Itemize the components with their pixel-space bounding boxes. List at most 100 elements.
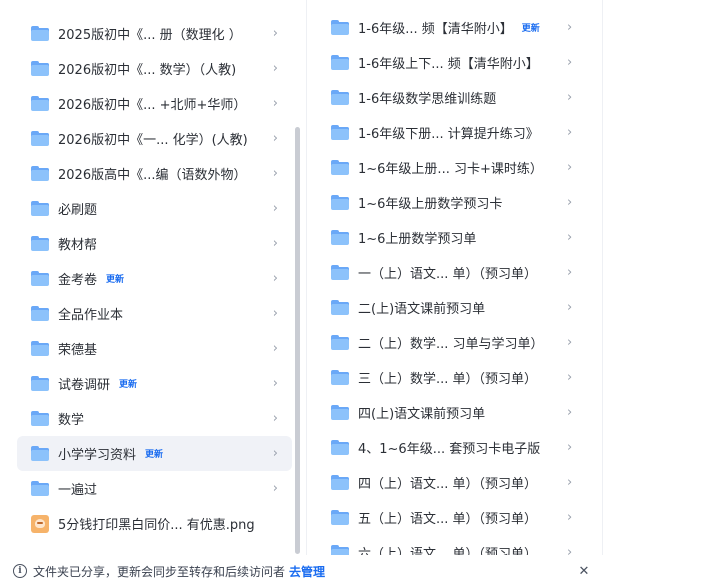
left-folder-list: 2025版初中《... 册（数理化 ） › 2026版初中《... 数学）（人教) ›…: [5, 16, 305, 541]
share-notice-bar: i 文件夹已分享，更新会同步至转存和后续访问者 去管理 ✕: [0, 562, 603, 580]
item-label: 一遍过: [58, 483, 98, 498]
right-folder-list: 1-6年级... 频【清华附小】 更新 › 1-6年级上下... 频【清华附小】 › 1-…: [307, 10, 602, 555]
item-label: 5分钱打印黑白同价... 有优惠.png: [58, 518, 255, 533]
item-label: 1~6年级上册数学预习卡: [358, 197, 503, 212]
chevron-right-icon: ›: [272, 26, 278, 41]
left-folder-item[interactable]: 必刷题 ›: [17, 191, 292, 226]
folder-icon: [331, 230, 349, 245]
right-folder-panel: 1-6年级... 频【清华附小】 更新 › 1-6年级上下... 频【清华附小】 › 1-…: [306, 0, 603, 555]
item-label: 2026版初中《一... 化学）(人教): [58, 133, 248, 148]
left-folder-item[interactable]: 2026版高中《...编（语数外物） ›: [17, 156, 292, 191]
folder-icon: [31, 236, 49, 251]
folder-icon: [31, 201, 49, 216]
right-folder-item[interactable]: 1-6年级上下... 频【清华附小】 ›: [307, 45, 602, 80]
left-folder-item[interactable]: 全品作业本 ›: [17, 296, 292, 331]
right-folder-item[interactable]: 二（上）数学... 习单与学习单） ›: [307, 325, 602, 360]
left-folder-item[interactable]: 2026版初中《... 数学）（人教) ›: [17, 51, 292, 86]
folder-icon: [331, 90, 349, 105]
folder-icon: [331, 265, 349, 280]
folder-icon: [331, 405, 349, 420]
chevron-right-icon: ›: [567, 475, 573, 490]
folder-icon: [31, 271, 49, 286]
chevron-right-icon: ›: [567, 55, 573, 70]
item-label: 数学: [58, 413, 85, 428]
left-folder-item[interactable]: 5分钱打印黑白同价... 有优惠.png: [17, 506, 292, 541]
item-label: 1~6年级上册... 习卡+课时练）: [358, 162, 543, 177]
folder-icon: [31, 306, 49, 321]
chevron-right-icon: ›: [272, 481, 278, 496]
chevron-right-icon: ›: [272, 131, 278, 146]
left-folder-item[interactable]: 2026版初中《... +北师+华师） ›: [17, 86, 292, 121]
left-folder-item[interactable]: 荣德基 ›: [17, 331, 292, 366]
item-label: 1-6年级... 频【清华附小】: [358, 22, 513, 37]
item-label: 1-6年级下册... 计算提升练习》: [358, 127, 539, 142]
item-label: 2026版高中《...编（语数外物）: [58, 168, 247, 183]
chevron-right-icon: ›: [272, 376, 278, 391]
folder-icon: [331, 440, 349, 455]
item-label: 全品作业本: [58, 308, 124, 323]
right-folder-item[interactable]: 四(上)语文课前预习单 ›: [307, 395, 602, 430]
item-label: 荣德基: [58, 343, 98, 358]
folder-icon: [31, 481, 49, 496]
folder-icon: [331, 20, 349, 35]
left-folder-item[interactable]: 金考卷 更新 ›: [17, 261, 292, 296]
right-folder-item[interactable]: 1-6年级... 频【清华附小】 更新 ›: [307, 10, 602, 45]
chevron-right-icon: ›: [272, 166, 278, 181]
chevron-right-icon: ›: [567, 440, 573, 455]
info-icon: i: [13, 564, 27, 578]
folder-icon: [31, 131, 49, 146]
chevron-right-icon: ›: [272, 306, 278, 321]
left-folder-item[interactable]: 2026版初中《一... 化学）(人教) ›: [17, 121, 292, 156]
folder-icon: [331, 195, 349, 210]
item-label: 1~6上册数学预习单: [358, 232, 477, 247]
item-label: 一（上）语文... 单）（预习单）: [358, 267, 538, 282]
item-label: 小学学习资料: [58, 448, 137, 463]
left-folder-item[interactable]: 教材帮 ›: [17, 226, 292, 261]
left-folder-item[interactable]: 2025版初中《... 册（数理化 ） ›: [17, 16, 292, 51]
update-badge: 更新: [521, 24, 540, 34]
image-file-icon: [31, 514, 49, 533]
chevron-right-icon: ›: [272, 411, 278, 426]
left-folder-item[interactable]: 数学 ›: [17, 401, 292, 436]
item-label: 必刷题: [58, 203, 98, 218]
right-folder-item[interactable]: 1-6年级数学思维训练题 ›: [307, 80, 602, 115]
close-icon[interactable]: ✕: [577, 564, 591, 579]
chevron-right-icon: ›: [567, 370, 573, 385]
left-folder-item[interactable]: 一遍过 ›: [17, 471, 292, 506]
right-folder-item[interactable]: 二(上)语文课前预习单 ›: [307, 290, 602, 325]
left-folder-item[interactable]: 试卷调研 更新 ›: [17, 366, 292, 401]
item-label: 4、1~6年级... 套预习卡电子版: [358, 442, 541, 457]
right-folder-item[interactable]: 1~6年级上册数学预习卡 ›: [307, 185, 602, 220]
update-badge: 更新: [119, 380, 138, 390]
chevron-right-icon: ›: [567, 335, 573, 350]
right-folder-item[interactable]: 1~6上册数学预习单 ›: [307, 220, 602, 255]
folder-icon: [31, 96, 49, 111]
right-folder-item[interactable]: 1-6年级下册... 计算提升练习》 ›: [307, 115, 602, 150]
item-label: 2026版初中《... +北师+华师）: [58, 98, 247, 113]
manage-link[interactable]: 去管理: [289, 563, 325, 580]
chevron-right-icon: ›: [567, 405, 573, 420]
right-folder-item[interactable]: 三（上）数学... 单）（预习单） ›: [307, 360, 602, 395]
folder-icon: [31, 26, 49, 41]
chevron-right-icon: ›: [272, 96, 278, 111]
left-folder-item[interactable]: 小学学习资料 更新 ›: [17, 436, 292, 471]
folder-icon: [331, 545, 349, 555]
right-folder-item[interactable]: 四（上）语文... 单）（预习单） ›: [307, 465, 602, 500]
item-label: 三（上）数学... 单）（预习单）: [358, 372, 538, 387]
folder-icon: [31, 341, 49, 356]
folder-icon: [31, 411, 49, 426]
right-folder-item[interactable]: 1~6年级上册... 习卡+课时练） ›: [307, 150, 602, 185]
right-folder-item[interactable]: 一（上）语文... 单）（预习单） ›: [307, 255, 602, 290]
folder-icon: [31, 61, 49, 76]
right-folder-item[interactable]: 4、1~6年级... 套预习卡电子版 ›: [307, 430, 602, 465]
folder-icon: [31, 376, 49, 391]
item-label: 六（上）语文... 单）（预习单）: [358, 547, 538, 555]
left-panel-scrollbar[interactable]: [295, 127, 300, 554]
folder-icon: [31, 166, 49, 181]
left-folder-panel: 2025版初中《... 册（数理化 ） › 2026版初中《... 数学）（人教) ›…: [5, 0, 305, 555]
chevron-right-icon: ›: [272, 61, 278, 76]
chevron-right-icon: ›: [567, 545, 573, 555]
item-label: 教材帮: [58, 238, 98, 253]
right-folder-item[interactable]: 五（上）语文... 单）（预习单） ›: [307, 500, 602, 535]
right-folder-item[interactable]: 六（上）语文... 单）（预习单） ›: [307, 535, 602, 555]
